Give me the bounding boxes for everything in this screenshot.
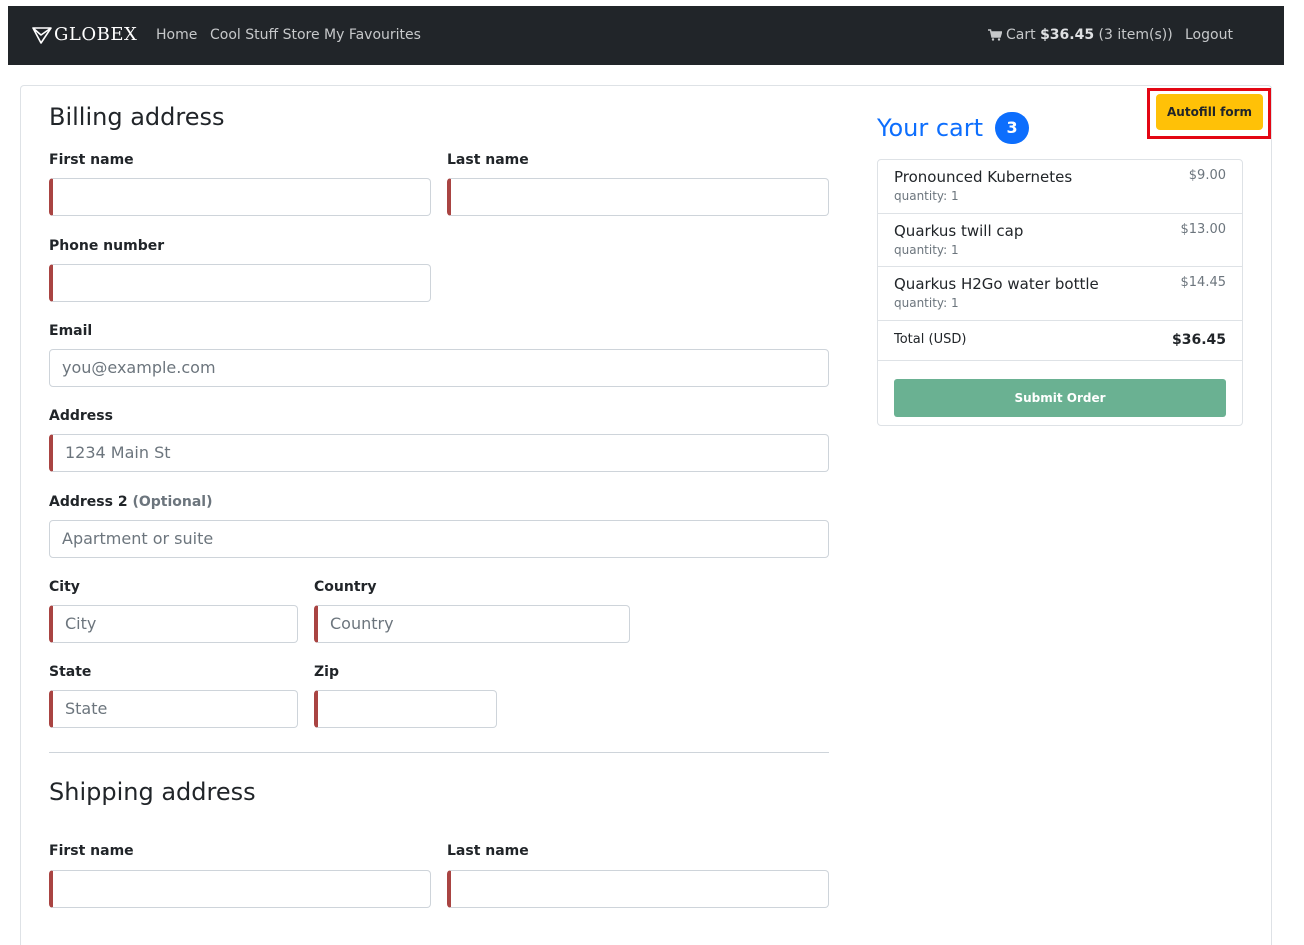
shipping-first-name-input[interactable] — [49, 870, 431, 908]
brand-logo[interactable]: GLOBEX — [32, 25, 137, 45]
state-label: State — [49, 664, 92, 680]
address2-label-text: Address 2 — [49, 494, 128, 510]
billing-first-name-label: First name — [49, 152, 134, 168]
nav-home[interactable]: Home — [156, 26, 197, 44]
shopping-cart-icon — [988, 29, 1002, 41]
shipping-last-name-input[interactable] — [447, 870, 829, 908]
cart-item: Quarkus H2Go water bottle quantity: 1 $1… — [878, 267, 1242, 321]
billing-title: Billing address — [49, 103, 225, 131]
address2-label: Address 2 (Optional) — [49, 493, 212, 511]
nav-my-favourites[interactable]: My Favourites — [324, 26, 421, 44]
cart-item-quantity: quantity: 1 — [894, 296, 959, 310]
cart-item-price: $14.45 — [1180, 275, 1227, 290]
cart-item: Quarkus twill cap quantity: 1 $13.00 — [878, 214, 1242, 267]
city-label: City — [49, 579, 80, 595]
billing-last-name-input[interactable] — [447, 178, 829, 216]
email-label: Email — [49, 323, 93, 339]
cart-item-count: (3 item(s)) — [1098, 27, 1173, 43]
cart-list: Pronounced Kubernetes quantity: 1 $9.00 … — [877, 159, 1243, 426]
cart-item-quantity: quantity: 1 — [894, 189, 959, 203]
top-navbar: GLOBEX Home Cool Stuff Store My Favourit… — [8, 6, 1284, 65]
cart-total-label: Total (USD) — [894, 332, 967, 347]
cart-item-price: $13.00 — [1180, 222, 1227, 237]
country-input[interactable]: Country — [314, 605, 630, 643]
optional-tag: (Optional) — [132, 494, 213, 510]
shipping-first-name-label: First name — [49, 843, 134, 859]
shipping-last-name-label: Last name — [447, 843, 529, 859]
address-label: Address — [49, 408, 113, 424]
phone-label: Phone number — [49, 238, 165, 254]
email-input[interactable]: you@example.com — [49, 349, 829, 387]
cart-amount: $36.45 — [1040, 27, 1095, 43]
cart-item-quantity: quantity: 1 — [894, 243, 959, 257]
address-input[interactable]: 1234 Main St — [49, 434, 829, 472]
nav-cart[interactable]: Cart $36.45 (3 item(s)) — [988, 26, 1173, 44]
billing-last-name-label: Last name — [447, 152, 529, 168]
address2-input[interactable]: Apartment or suite — [49, 520, 829, 558]
cart-item-name: Quarkus H2Go water bottle — [894, 275, 1099, 293]
cart-total-value: $36.45 — [1171, 332, 1226, 348]
cart-count-badge: 3 — [995, 112, 1030, 144]
submit-order-button[interactable]: Submit Order — [894, 379, 1226, 417]
nav-logout[interactable]: Logout — [1185, 26, 1233, 44]
phone-input[interactable] — [49, 264, 431, 302]
brand-name: GLOBEX — [54, 24, 138, 45]
zip-label: Zip — [314, 664, 339, 680]
city-input[interactable]: City — [49, 605, 298, 643]
cart-item-name: Quarkus twill cap — [894, 222, 1024, 240]
cart-heading: Your cart 3 — [877, 112, 1030, 144]
zip-input[interactable] — [314, 690, 497, 728]
cart-prefix: Cart — [1006, 27, 1036, 43]
cart-item: Pronounced Kubernetes quantity: 1 $9.00 — [878, 160, 1242, 214]
paper-plane-icon — [32, 27, 52, 44]
cart-item-price: $9.00 — [1188, 168, 1226, 183]
cart-title: Your cart — [877, 114, 984, 142]
country-label: Country — [314, 579, 377, 595]
section-divider — [49, 752, 829, 753]
nav-cool-stuff-store[interactable]: Cool Stuff Store — [210, 26, 320, 44]
autofill-form-button[interactable]: Autofill form — [1156, 94, 1263, 130]
cart-item-name: Pronounced Kubernetes — [894, 168, 1073, 186]
billing-first-name-input[interactable] — [49, 178, 431, 216]
state-input[interactable]: State — [49, 690, 298, 728]
shipping-title: Shipping address — [49, 778, 256, 806]
